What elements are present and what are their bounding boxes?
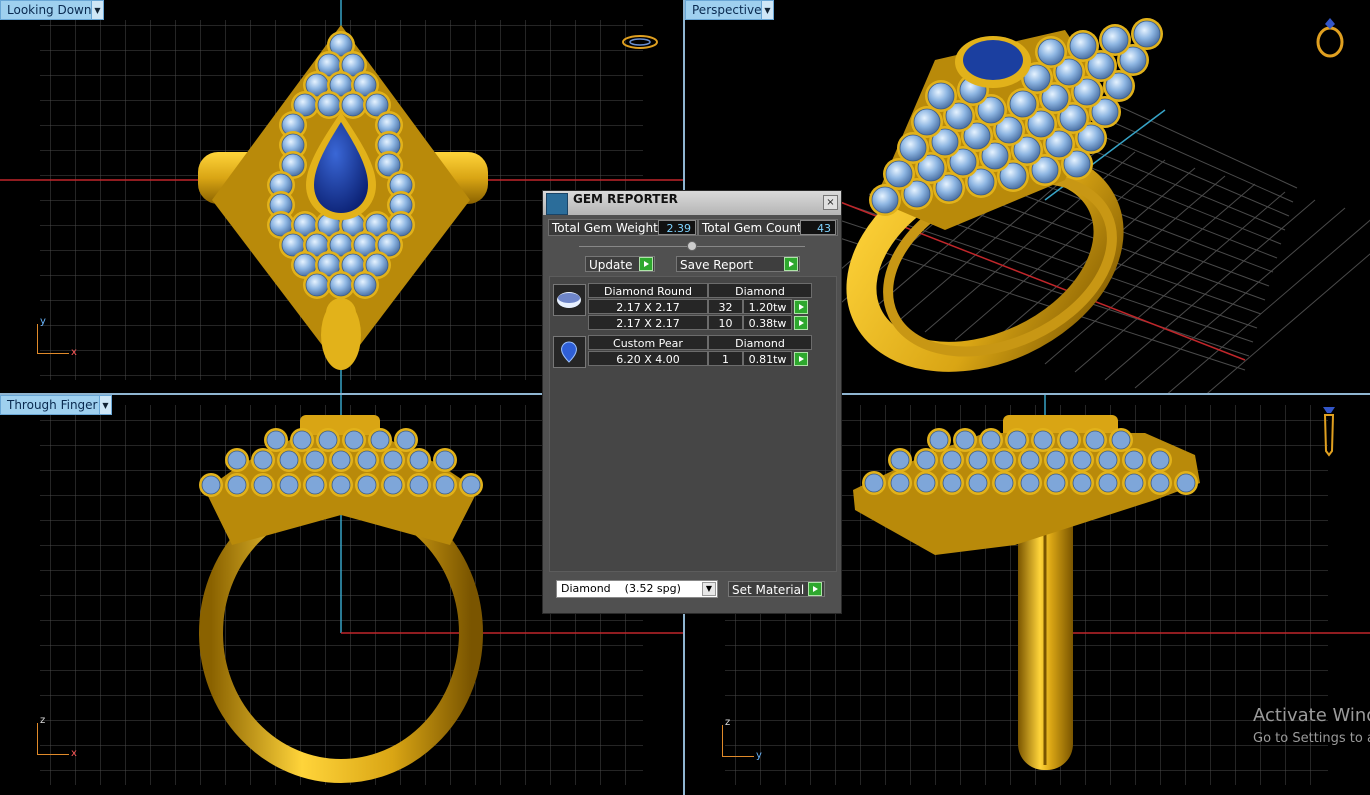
axis-z-label: z xyxy=(725,717,731,728)
gem-size: 6.20 X 4.00 xyxy=(588,351,708,366)
viewport-label[interactable]: Looking Down xyxy=(0,0,99,20)
viewport-dropdown-icon[interactable]: ▼ xyxy=(91,0,104,20)
splitter-grip-icon[interactable] xyxy=(687,241,697,251)
axis-y-label: y xyxy=(756,750,762,761)
gem-list[interactable]: Diamond Round Diamond 2.17 X 2.17 32 1.2… xyxy=(549,276,837,572)
material-select[interactable]: Diamond (3.52 spg) ▼ xyxy=(556,580,718,598)
axis-y-label: y xyxy=(40,316,46,327)
viewport-label[interactable]: Perspective xyxy=(685,0,769,20)
viewport-label[interactable]: Through Finger xyxy=(0,395,105,415)
chevron-down-icon[interactable]: ▼ xyxy=(702,582,716,596)
gem-reporter-window[interactable]: GEM REPORTER × Total Gem Weight 2.39 Tot… xyxy=(542,190,842,614)
axis-z-label: z xyxy=(40,715,46,726)
gem-shape-label: Custom Pear xyxy=(588,335,708,350)
axis-indicator: y x xyxy=(34,316,84,360)
view-cube-icon[interactable] xyxy=(1317,405,1341,459)
gem-size: 2.17 X 2.17 xyxy=(588,299,708,314)
update-play-icon[interactable] xyxy=(639,257,653,271)
view-cube-icon[interactable] xyxy=(620,30,660,54)
row-select-play-icon[interactable] xyxy=(794,316,808,330)
view-cube-icon[interactable] xyxy=(1310,14,1350,60)
gem-count: 10 xyxy=(708,315,743,330)
row-select-play-icon[interactable] xyxy=(794,300,808,314)
save-report-play-icon[interactable] xyxy=(784,257,798,271)
gem-material-label: Diamond xyxy=(708,283,812,298)
axis-indicator: z y xyxy=(719,717,769,761)
gem-weight: 1.20tw xyxy=(743,299,792,314)
viewport-dropdown-icon[interactable]: ▼ xyxy=(761,0,774,20)
axis-indicator: z x xyxy=(34,715,84,759)
gem-size: 2.17 X 2.17 xyxy=(588,315,708,330)
close-icon[interactable]: × xyxy=(823,195,838,210)
pear-gem-icon xyxy=(553,336,586,368)
gem-material-label: Diamond xyxy=(708,335,812,350)
axis-x-label: x xyxy=(71,347,77,358)
save-report-button[interactable]: Save Report xyxy=(676,256,800,272)
material-select-value: Diamond (3.52 spg) xyxy=(561,582,681,595)
gem-weight: 0.81tw xyxy=(743,351,792,366)
gem-weight: 0.38tw xyxy=(743,315,792,330)
gem-count: 32 xyxy=(708,299,743,314)
total-gem-weight-value: 2.39 xyxy=(658,220,696,235)
round-gem-icon xyxy=(553,284,586,316)
axis-x-label: x xyxy=(71,748,77,759)
set-material-play-icon[interactable] xyxy=(808,582,822,596)
watermark-line1: Activate Windows xyxy=(1253,705,1370,726)
gem-count: 1 xyxy=(708,351,743,366)
row-select-play-icon[interactable] xyxy=(794,352,808,366)
total-gem-count-value: 43 xyxy=(800,220,836,235)
viewport-dropdown-icon[interactable]: ▼ xyxy=(99,395,112,415)
window-title: GEM REPORTER xyxy=(573,192,678,206)
gem-reporter-logo-icon xyxy=(546,193,568,215)
gem-shape-label: Diamond Round xyxy=(588,283,708,298)
watermark-line2: Go to Settings to activate Windows. xyxy=(1253,731,1370,746)
title-bar[interactable]: GEM REPORTER × xyxy=(543,191,841,215)
